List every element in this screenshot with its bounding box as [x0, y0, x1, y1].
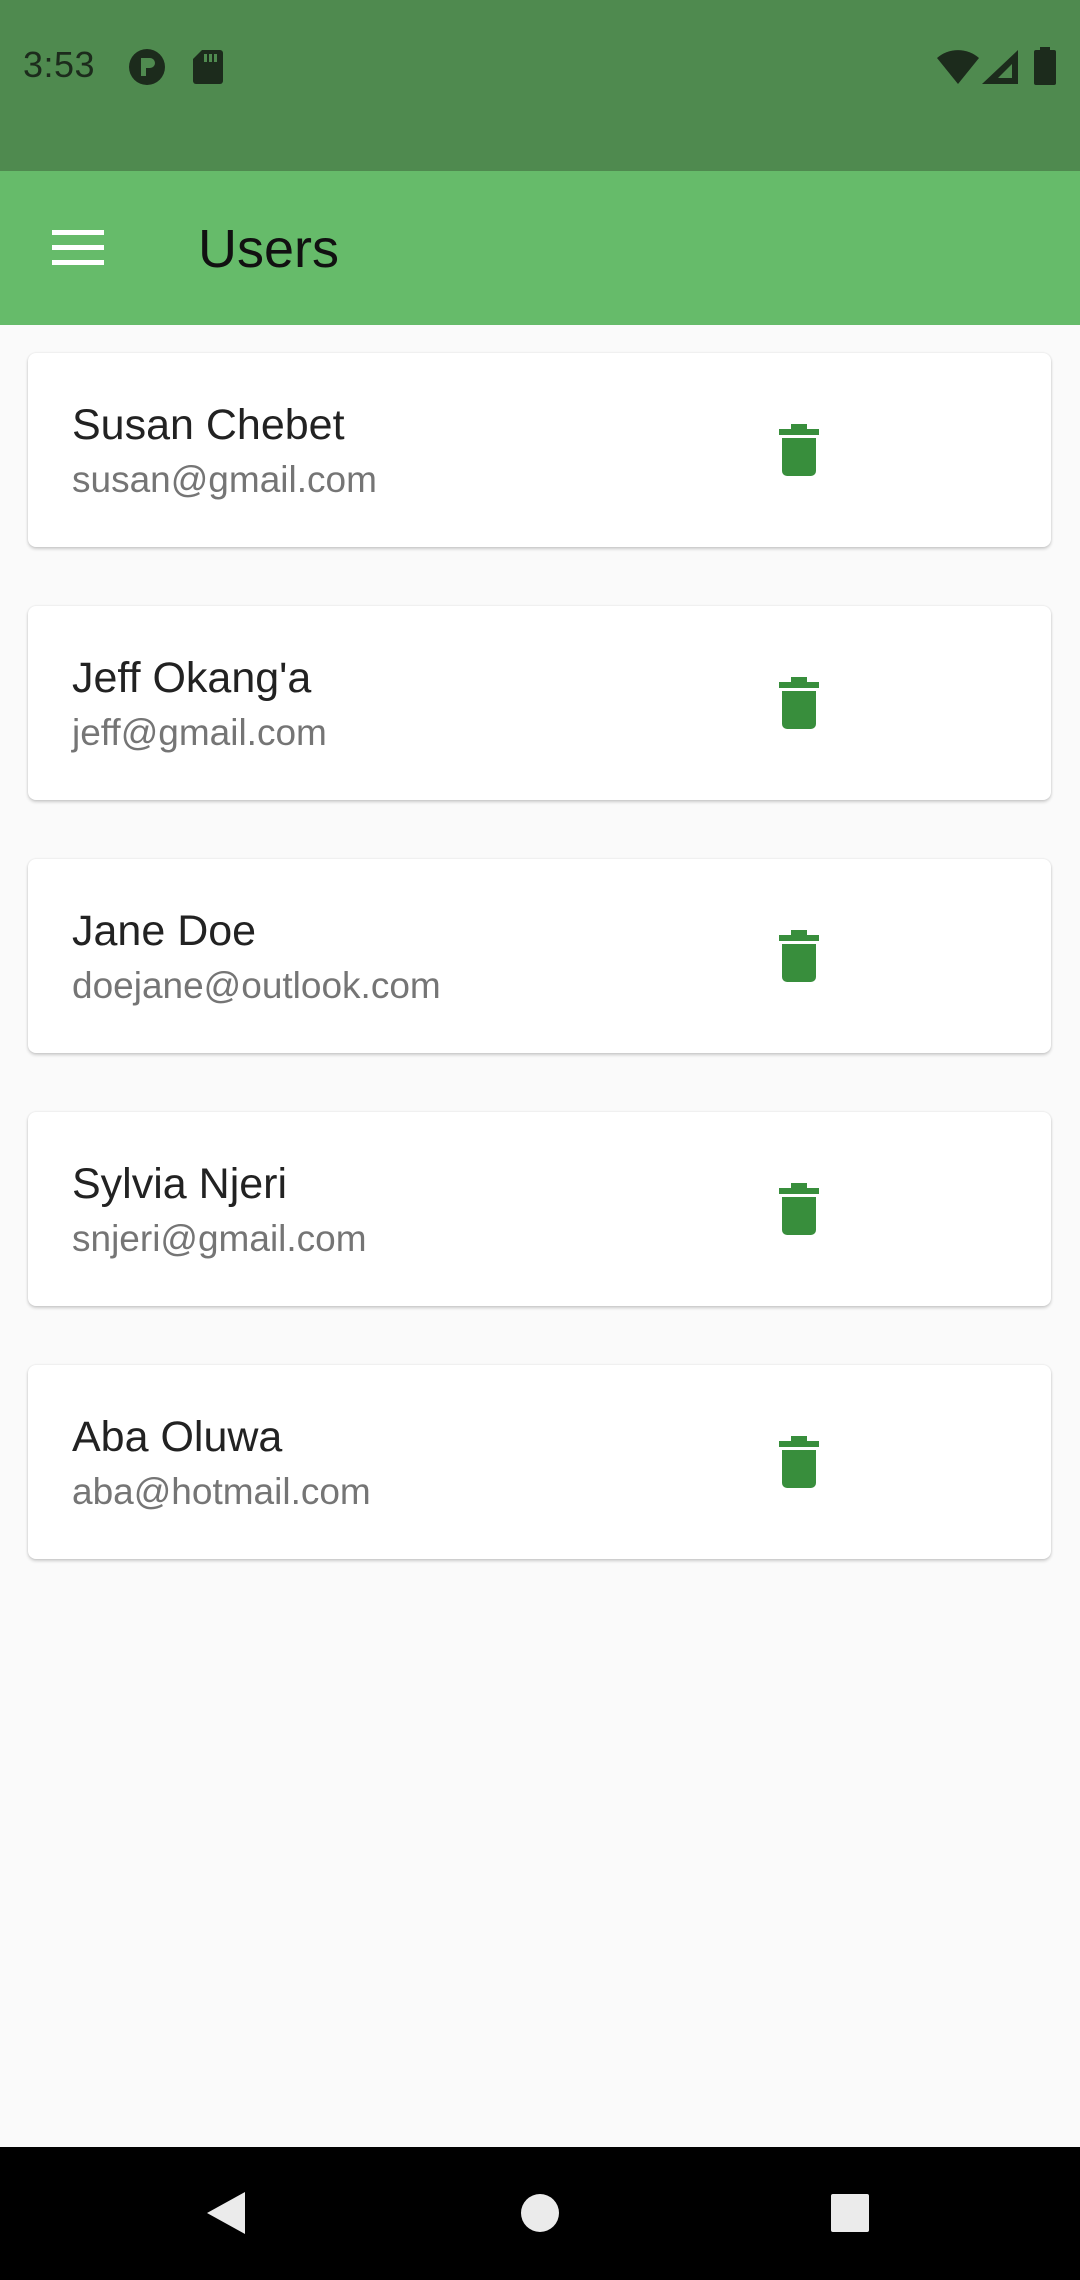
trash-icon [779, 1183, 819, 1235]
hamburger-menu-icon [52, 230, 104, 265]
user-email: jeff@gmail.com [72, 712, 327, 753]
trash-icon [779, 930, 819, 982]
status-bar: 3:53 [0, 0, 1080, 171]
wifi-icon [937, 50, 979, 84]
user-name: Susan Chebet [72, 401, 345, 449]
menu-button[interactable] [28, 198, 128, 298]
user-name: Sylvia Njeri [72, 1160, 288, 1208]
delete-user-button[interactable] [749, 1412, 849, 1512]
delete-user-button[interactable] [749, 1159, 849, 1259]
notification-p-icon [129, 49, 165, 85]
app-bar: Users [0, 171, 1080, 325]
user-email: aba@hotmail.com [72, 1471, 371, 1512]
user-card[interactable]: Aba Oluwa aba@hotmail.com [28, 1365, 1051, 1559]
user-card[interactable]: Sylvia Njeri snjeri@gmail.com [28, 1112, 1051, 1306]
user-name: Jeff Okang'a [72, 654, 312, 702]
back-button[interactable] [186, 2173, 266, 2253]
user-email: doejane@outlook.com [72, 965, 441, 1006]
sd-card-icon [193, 50, 223, 84]
navigation-bar [0, 2147, 1080, 2280]
user-card[interactable]: Jane Doe doejane@outlook.com [28, 859, 1051, 1053]
user-email: snjeri@gmail.com [72, 1218, 367, 1259]
battery-icon [1034, 47, 1056, 85]
home-icon [521, 2194, 559, 2232]
trash-icon [779, 424, 819, 476]
trash-icon [779, 1436, 819, 1488]
delete-user-button[interactable] [749, 906, 849, 1006]
recents-button[interactable] [810, 2173, 890, 2253]
user-name: Jane Doe [72, 907, 257, 955]
user-email: susan@gmail.com [72, 459, 377, 500]
status-time: 3:53 [23, 44, 96, 85]
user-name: Aba Oluwa [72, 1413, 283, 1461]
user-card[interactable]: Susan Chebet susan@gmail.com [28, 353, 1051, 547]
back-icon [207, 2192, 245, 2234]
user-card[interactable]: Jeff Okang'a jeff@gmail.com [28, 606, 1051, 800]
home-button[interactable] [500, 2173, 580, 2253]
delete-user-button[interactable] [749, 400, 849, 500]
signal-icon [982, 50, 1018, 84]
delete-user-button[interactable] [749, 653, 849, 753]
recents-icon [831, 2194, 869, 2232]
page-title: Users [198, 219, 340, 279]
trash-icon [779, 677, 819, 729]
